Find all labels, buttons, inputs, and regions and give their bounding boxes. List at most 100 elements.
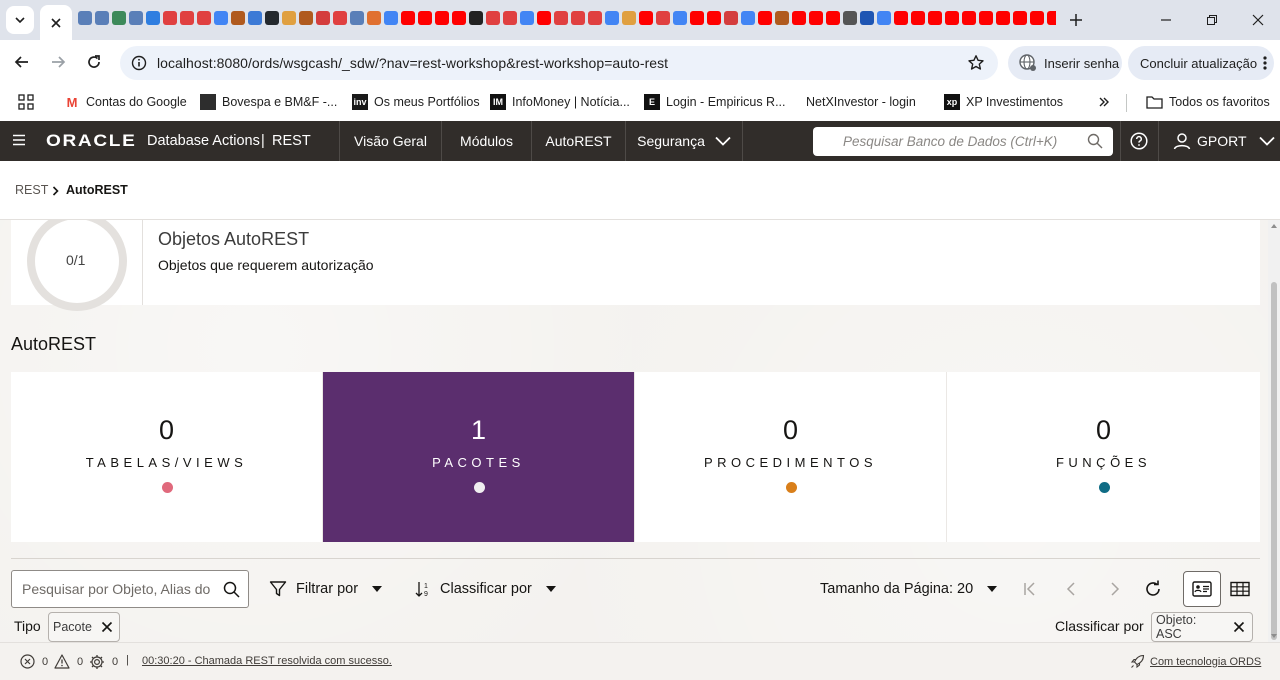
password-chip[interactable]: Inserir senha [1008,46,1122,80]
site-favicon-icon[interactable] [978,11,993,25]
site-favicon-icon[interactable] [638,11,653,25]
site-favicon-icon[interactable] [196,11,211,25]
new-tab-button[interactable] [1064,8,1088,32]
site-favicon-icon[interactable] [298,11,313,25]
site-favicon-icon[interactable] [587,11,602,25]
site-favicon-icon[interactable] [111,11,126,25]
site-favicon-icon[interactable] [315,11,330,25]
pinned-tab-favicons[interactable] [76,10,1056,30]
tasks-indicator[interactable]: 0 [89,654,118,670]
site-favicon-icon[interactable] [77,11,92,25]
site-favicon-icon[interactable] [706,11,721,25]
sort-by-button[interactable]: 19 Classificar por [414,570,556,608]
bookmark-item[interactable]: E Login - Empiricus R... [644,92,785,112]
tab-search-button[interactable] [6,6,34,34]
site-favicon-icon[interactable] [740,11,755,25]
site-favicon-icon[interactable] [281,11,296,25]
card-view-button[interactable] [1183,571,1221,607]
restore-button[interactable] [1192,6,1232,34]
nav-seguranca[interactable]: Segurança [625,121,743,161]
site-favicon-icon[interactable] [910,11,925,25]
site-favicon-icon[interactable] [570,11,585,25]
site-favicon-icon[interactable] [1029,11,1044,25]
scroll-down-arrow[interactable] [1271,634,1277,638]
site-info-icon[interactable] [128,52,150,74]
filter-by-button[interactable]: Filtrar por [269,570,383,608]
refresh-button[interactable] [1136,572,1170,606]
site-favicon-icon[interactable] [519,11,534,25]
site-favicon-icon[interactable] [689,11,704,25]
bookmark-star-icon[interactable] [966,53,986,73]
address-url[interactable]: localhost:8080/ords/wsgcash/_sdw/?nav=re… [157,55,668,71]
close-window-button[interactable] [1238,6,1278,34]
site-favicon-icon[interactable] [825,11,840,25]
object-search[interactable] [11,570,249,608]
site-favicon-icon[interactable] [944,11,959,25]
site-favicon-icon[interactable] [604,11,619,25]
site-favicon-icon[interactable] [162,11,177,25]
site-favicon-icon[interactable] [859,11,874,25]
site-favicon-icon[interactable] [230,11,245,25]
forward-button[interactable] [46,50,70,74]
bookmark-item[interactable]: Bovespa e BM&F -... [200,92,337,112]
site-favicon-icon[interactable] [961,11,976,25]
close-icon[interactable] [96,614,119,640]
oracle-logo[interactable]: ORACLE [46,131,136,151]
site-favicon-icon[interactable] [417,11,432,25]
site-favicon-icon[interactable] [145,11,160,25]
site-favicon-icon[interactable] [536,11,551,25]
site-favicon-icon[interactable] [927,11,942,25]
site-favicon-icon[interactable] [128,11,143,25]
site-favicon-icon[interactable] [366,11,381,25]
minimize-button[interactable] [1146,6,1186,34]
back-button[interactable] [10,50,34,74]
page-size-select[interactable]: Tamanho da Página: 20 [820,570,998,608]
site-favicon-icon[interactable] [995,11,1010,25]
close-tab-icon[interactable] [50,17,62,29]
site-favicon-icon[interactable] [655,11,670,25]
site-favicon-icon[interactable] [485,11,500,25]
nav-visao-geral[interactable]: Visão Geral [339,121,441,161]
update-chip[interactable]: Concluir atualização [1128,46,1274,80]
table-view-button[interactable] [1223,572,1257,606]
all-bookmarks-folder[interactable]: Todos os favoritos [1146,92,1270,112]
next-page-button[interactable] [1097,572,1131,606]
scrollbar-thumb[interactable] [1271,282,1277,640]
nav-modulos[interactable]: Módulos [441,121,531,161]
status-message-link[interactable]: 00:30:20 - Chamada REST resolvida com su… [142,655,392,667]
site-favicon-icon[interactable] [349,11,364,25]
search-icon[interactable] [1087,133,1103,149]
errors-indicator[interactable]: 0 [20,654,48,669]
bookmark-item[interactable]: inv Os meus Portfólios [352,92,480,112]
site-favicon-icon[interactable] [502,11,517,25]
search-icon[interactable] [223,581,240,598]
warnings-indicator[interactable]: 0 [54,654,83,669]
site-favicon-icon[interactable] [876,11,891,25]
site-favicon-icon[interactable] [621,11,636,25]
sort-filter-chip[interactable]: Objeto: ASC [1151,612,1253,642]
vertical-scrollbar[interactable] [1268,220,1280,642]
close-icon[interactable] [1227,614,1252,640]
site-favicon-icon[interactable] [1046,11,1056,25]
user-menu-button[interactable]: GPORT [1158,121,1280,161]
bookmark-item[interactable]: M Contas do Google [64,92,187,112]
help-button[interactable] [1120,121,1156,161]
site-favicon-icon[interactable] [842,11,857,25]
site-favicon-icon[interactable] [264,11,279,25]
bookmark-item[interactable]: xp XP Investimentos [944,92,1063,112]
database-search-input[interactable] [813,127,1113,156]
site-favicon-icon[interactable] [893,11,908,25]
breadcrumb-rest[interactable]: REST [15,183,48,197]
powered-by-link[interactable]: Com tecnologia ORDS [1130,654,1261,669]
site-favicon-icon[interactable] [383,11,398,25]
tile-functions[interactable]: 0 FUNÇÕES [947,372,1260,542]
apps-grid-button[interactable] [18,92,34,112]
tile-procedures[interactable]: 0 PROCEDIMENTOS [635,372,947,542]
site-favicon-icon[interactable] [723,11,738,25]
type-filter-chip[interactable]: Pacote [48,612,120,642]
previous-page-button[interactable] [1055,572,1089,606]
site-favicon-icon[interactable] [94,11,109,25]
site-favicon-icon[interactable] [451,11,466,25]
site-favicon-icon[interactable] [757,11,772,25]
site-favicon-icon[interactable] [791,11,806,25]
